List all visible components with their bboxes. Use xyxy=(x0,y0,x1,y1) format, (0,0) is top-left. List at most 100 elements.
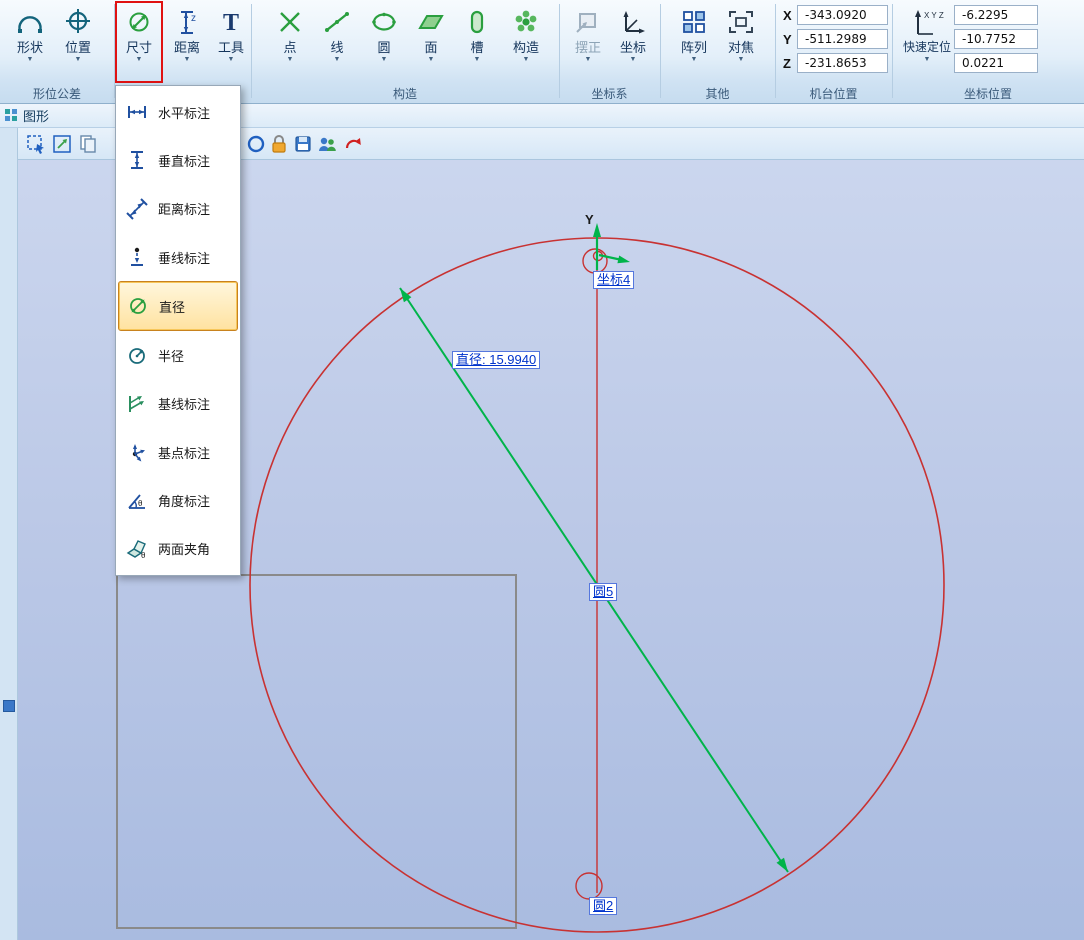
focus-button[interactable]: 对焦 ▼ xyxy=(719,3,763,81)
group-label-coordsys: 坐标系 xyxy=(559,85,660,102)
plane-icon xyxy=(416,4,446,40)
menu-item-label: 垂线标注 xyxy=(158,248,210,267)
dimension-distance-button[interactable]: z 距离 ▼ xyxy=(166,3,208,81)
chevron-down-icon: ▼ xyxy=(523,56,530,64)
coordpos-value-3: 0.0221 xyxy=(954,53,1038,73)
coordinate-button[interactable]: 坐标 ▼ xyxy=(612,3,654,81)
axis-name: X xyxy=(783,8,797,23)
cmm-application-window: 形状 ▼ 位置 ▼ 形位公差 尺寸 ▼ z 距离 ▼ xyxy=(0,0,1084,940)
menu-item-distance-dimension[interactable]: 距离标注 xyxy=(118,185,238,233)
copy-view-icon[interactable] xyxy=(77,133,99,155)
align-button[interactable]: 摆正 ▼ xyxy=(567,3,609,81)
point-x-icon xyxy=(275,4,305,40)
circle-button[interactable]: 圆 ▼ xyxy=(364,3,404,81)
menu-item-label: 垂直标注 xyxy=(158,151,210,170)
group-label-other: 其他 xyxy=(660,85,775,102)
plane-button[interactable]: 面 ▼ xyxy=(411,3,451,81)
chevron-down-icon: ▼ xyxy=(27,56,34,64)
menu-item-vertical-dimension[interactable]: 垂直标注 xyxy=(118,136,238,184)
menu-item-basepoint-dimension[interactable]: 基点标注 xyxy=(118,428,238,476)
construct-button[interactable]: 构造 ▼ xyxy=(503,3,549,81)
menu-item-angle-dimension[interactable]: θ 角度标注 xyxy=(118,476,238,524)
menu-item-label: 基线标注 xyxy=(158,394,210,413)
button-label: 线 xyxy=(330,40,343,55)
lock-icon[interactable] xyxy=(268,133,290,155)
basepoint-dimension-icon xyxy=(125,440,149,464)
zoom-fit-icon[interactable] xyxy=(51,133,73,155)
group-separator xyxy=(251,4,252,98)
circle-display-icon[interactable] xyxy=(245,133,267,155)
distance-icon: z xyxy=(172,4,202,40)
group-separator xyxy=(559,4,560,98)
menu-item-radius[interactable]: 半径 xyxy=(118,331,238,379)
svg-text:X Y Z: X Y Z xyxy=(924,11,944,20)
coordpos-row-2: -10.7752 xyxy=(954,29,1038,49)
shape-tolerance-button[interactable]: 形状 ▼ xyxy=(8,3,52,81)
axis-name: Z xyxy=(783,56,797,71)
distance-dimension-icon xyxy=(125,197,149,221)
tools-t-icon: T xyxy=(216,4,246,40)
menu-item-baseline-dimension[interactable]: 基线标注 xyxy=(118,380,238,428)
vertical-dimension-icon xyxy=(125,148,149,172)
menu-item-label: 角度标注 xyxy=(158,491,210,510)
select-region-icon[interactable] xyxy=(25,133,47,155)
coordpos-value-2: -10.7752 xyxy=(954,29,1038,49)
button-label: 阵列 xyxy=(681,40,707,55)
y-axis-label: Y xyxy=(585,212,594,227)
users-icon[interactable] xyxy=(316,133,338,155)
chevron-down-icon: ▼ xyxy=(630,56,637,64)
line-button[interactable]: 线 ▼ xyxy=(317,3,357,81)
reference-rectangle[interactable] xyxy=(117,575,516,928)
circle5-label[interactable]: 圆5 xyxy=(589,583,617,601)
diameter-measure-line[interactable] xyxy=(400,288,788,872)
diameter-value-label[interactable]: 直径: 15.9940 xyxy=(452,351,540,369)
chevron-down-icon: ▼ xyxy=(691,56,698,64)
chevron-down-icon: ▼ xyxy=(184,56,191,64)
svg-text:z: z xyxy=(191,13,196,24)
dimension-tools-button[interactable]: T 工具 ▼ xyxy=(211,3,251,81)
slot-icon xyxy=(462,4,492,40)
menu-item-two-plane-angle[interactable]: θ 两面夹角 xyxy=(118,525,238,573)
position-tolerance-button[interactable]: 位置 ▼ xyxy=(56,3,100,81)
coord4-origin-marker[interactable] xyxy=(583,249,607,273)
menu-item-label: 半径 xyxy=(158,346,184,365)
position-crosshair-icon xyxy=(63,4,93,40)
group-label-machine: 机台位置 xyxy=(775,85,892,102)
menu-item-label: 水平标注 xyxy=(158,103,210,122)
button-label: 对焦 xyxy=(728,40,754,55)
dimension-size-button[interactable]: 尺寸 ▼ xyxy=(117,3,161,81)
circle2-label[interactable]: 圆2 xyxy=(589,897,617,915)
menu-item-diameter[interactable]: 直径 xyxy=(118,281,238,331)
chevron-down-icon: ▼ xyxy=(75,56,82,64)
coord4-label[interactable]: 坐标4 xyxy=(593,271,634,289)
coordpos-row-1: -6.2295 xyxy=(954,5,1038,25)
machine-x-value: -343.0920 xyxy=(797,5,888,25)
svg-text:T: T xyxy=(223,10,239,36)
machine-z-row: Z -231.8653 xyxy=(783,53,888,73)
diameter-icon xyxy=(126,294,150,318)
menu-item-horizontal-dimension[interactable]: 水平标注 xyxy=(118,88,238,136)
chevron-down-icon: ▼ xyxy=(924,56,931,64)
tab-graphics[interactable]: 图形 xyxy=(0,104,59,127)
slot-button[interactable]: 槽 ▼ xyxy=(458,3,496,81)
menu-item-perpendicular-dimension[interactable]: 垂线标注 xyxy=(118,233,238,281)
save-icon[interactable] xyxy=(292,133,314,155)
button-label: 构造 xyxy=(513,40,539,55)
array-button[interactable]: 阵列 ▼ xyxy=(673,3,715,81)
machine-y-value: -511.2989 xyxy=(797,29,888,49)
chevron-down-icon: ▼ xyxy=(428,56,435,64)
chevron-down-icon: ▼ xyxy=(738,56,745,64)
button-label: 位置 xyxy=(65,40,91,55)
button-label: 槽 xyxy=(470,40,483,55)
redo-arrow-icon[interactable] xyxy=(342,133,364,155)
circle2-marker[interactable] xyxy=(576,873,602,899)
quick-position-xyz-icon: X Y Z xyxy=(909,4,945,40)
machine-y-row: Y -511.2989 xyxy=(783,29,888,49)
line-icon xyxy=(322,4,352,40)
panel-handle[interactable] xyxy=(3,700,15,712)
point-button[interactable]: 点 ▼ xyxy=(270,3,310,81)
chevron-down-icon: ▼ xyxy=(228,56,235,64)
quick-position-button[interactable]: X Y Z 快速定位 ▼ xyxy=(900,3,954,81)
group-separator xyxy=(775,4,776,98)
focus-bracket-icon xyxy=(726,4,756,40)
